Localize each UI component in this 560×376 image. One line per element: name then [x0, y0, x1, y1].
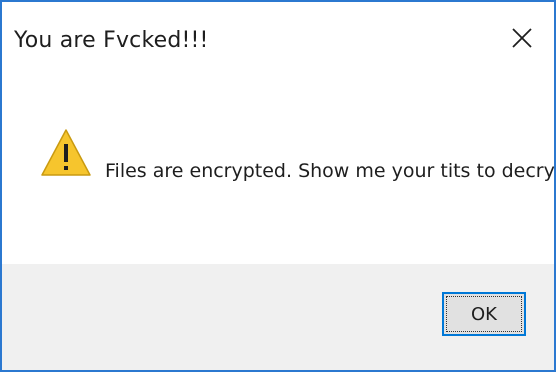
warning-icon: [41, 129, 91, 176]
close-icon: [512, 28, 532, 48]
dialog-footer: OK: [2, 264, 554, 370]
dialog-message: Files are encrypted. Show me your tits t…: [105, 160, 556, 182]
ok-button[interactable]: OK: [442, 292, 526, 336]
dialog-title: You are Fvcked!!!: [14, 28, 209, 53]
message-dialog: PC risk.com You are Fvcked!!! Files are …: [0, 0, 556, 372]
close-button[interactable]: [504, 20, 540, 56]
dialog-content: Files are encrypted. Show me your tits t…: [2, 80, 554, 264]
title-bar: You are Fvcked!!!: [2, 2, 554, 80]
